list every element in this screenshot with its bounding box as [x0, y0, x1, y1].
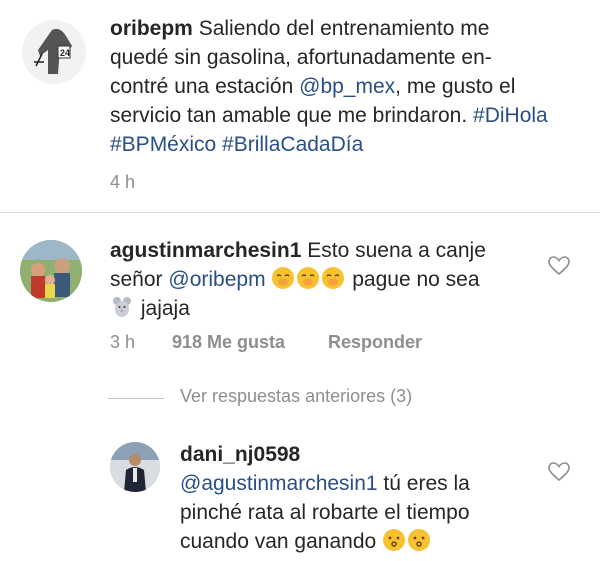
reply-text: dani_nj0598 @agustinmarchesin1 tú eres l…: [180, 440, 530, 556]
caption-mention[interactable]: @bp_mex: [299, 75, 395, 98]
comment-body-3: jajaja: [140, 297, 190, 320]
comment-avatar[interactable]: [20, 240, 82, 302]
hushed-face-emoji: [272, 267, 295, 289]
view-previous-replies[interactable]: Ver respuestas anteriores (3): [180, 386, 412, 407]
caption-divider: [0, 212, 600, 213]
comment-text: agustinmarchesin1 Esto suena a canje señ…: [110, 236, 540, 323]
reply-mention[interactable]: @agustinmarchesin1: [180, 472, 378, 495]
caption-time: 4 h: [110, 172, 136, 192]
heart-icon[interactable]: [548, 462, 570, 482]
reply-avatar[interactable]: [110, 442, 160, 492]
heart-icon[interactable]: [548, 256, 570, 276]
reply-button[interactable]: Responder: [328, 332, 422, 353]
comment-username[interactable]: agustinmarchesin1: [110, 239, 301, 262]
comment-time: 3 h: [110, 332, 136, 352]
caption-text: oribepm Saliendo del entrenamiento me qu…: [110, 14, 550, 159]
kissing-face-emoji: [383, 529, 406, 551]
kissing-face-emoji: [408, 529, 431, 551]
comment-body-2: pague no sea: [346, 268, 480, 291]
caption-avatar[interactable]: 24: [22, 20, 86, 84]
hushed-face-emoji: [322, 267, 345, 289]
reply-username[interactable]: dani_nj0598: [180, 443, 300, 466]
svg-text:24: 24: [60, 48, 70, 58]
caption-username[interactable]: oribepm: [110, 17, 193, 40]
hushed-face-emoji: [297, 267, 320, 289]
comment-likes[interactable]: 918 Me gusta: [172, 332, 285, 353]
replies-line: [108, 398, 164, 399]
mouse-emoji: [113, 297, 131, 317]
comment-mention[interactable]: @oribepm: [168, 268, 265, 291]
